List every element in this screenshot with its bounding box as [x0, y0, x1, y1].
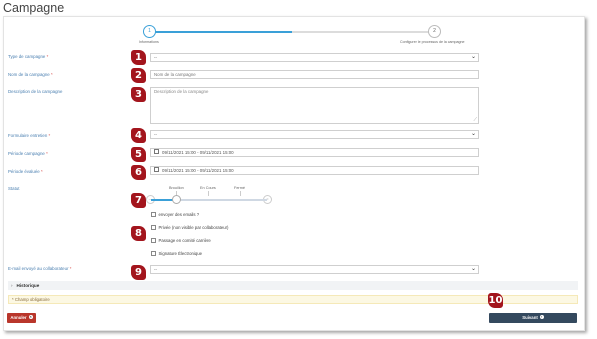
email-envoye-label: E-mail envoyé au collaborateur *	[8, 266, 72, 271]
calendar-icon	[154, 167, 159, 173]
marker-3: 3	[131, 87, 146, 102]
nom-campagne-label: Nom de la campagne *	[8, 72, 53, 77]
step-1-circle[interactable]: 1	[143, 25, 156, 38]
checkbox[interactable]	[151, 238, 156, 243]
status-level-en-cours: En Cours	[200, 186, 216, 190]
chevron-down-icon: ⌄	[470, 54, 476, 60]
slider-tick	[240, 191, 241, 196]
formulaire-entretien-label: Formulaire entretien *	[8, 133, 51, 138]
chevron-down-icon: ⌄	[470, 266, 476, 272]
page-title: Campagne	[3, 1, 65, 15]
option-comite-carriere[interactable]: Passage en comité carrière	[151, 238, 211, 243]
marker-9: 9	[131, 265, 146, 280]
step-2-label: Configurer le processus de la campagne	[400, 40, 465, 44]
cancel-button[interactable]: Annuler ×	[7, 313, 36, 323]
step-2-circle[interactable]: 2	[428, 25, 441, 38]
description-textarea[interactable]: Description de la campagne ⟋	[150, 87, 479, 124]
statut-label: Statut	[8, 186, 20, 191]
checkbox[interactable]	[151, 212, 156, 217]
arrow-right-icon: ›	[539, 315, 544, 320]
type-campagne-select[interactable]: -- ⌄	[150, 53, 479, 62]
option-signature-electronique[interactable]: Signature Électronique	[151, 251, 202, 256]
status-slider-handle[interactable]	[172, 195, 181, 204]
marker-5: 5	[131, 147, 146, 162]
marker-1: 1	[131, 50, 146, 65]
marker-2: 2	[131, 68, 146, 83]
next-button[interactable]: Suivant ›	[489, 313, 577, 323]
close-icon: ×	[28, 315, 33, 320]
marker-4: 4	[131, 128, 146, 143]
formulaire-entretien-select[interactable]: -- ⌄	[150, 130, 479, 139]
email-envoye-select[interactable]: -- ⌄	[150, 265, 479, 274]
chevron-down-icon: ⌄	[470, 131, 476, 137]
resize-handle-icon[interactable]: ⟋	[473, 118, 477, 123]
option-privee[interactable]: Privée (non visible par collaborateur)	[151, 225, 228, 230]
description-label: Description de la campagne	[8, 89, 63, 94]
marker-10: 10	[488, 293, 503, 308]
historique-toggle[interactable]: › Historique	[8, 281, 578, 290]
nom-campagne-input[interactable]: Nom de la campagne	[150, 70, 479, 79]
calendar-icon	[154, 149, 159, 155]
marker-7: 7	[131, 193, 146, 208]
stepper-progress	[148, 31, 292, 33]
type-campagne-label: Type de campagne *	[8, 54, 49, 59]
chevron-right-icon: ›	[11, 283, 13, 288]
marker-8: 8	[131, 226, 146, 241]
periode-evaluee-label: Période évaluée *	[8, 169, 43, 174]
checkbox[interactable]	[151, 251, 156, 256]
checkbox[interactable]	[151, 225, 156, 230]
periode-campagne-label: Période campagne *	[8, 151, 48, 156]
step-1-label: Informations	[139, 40, 159, 44]
option-envoyer-emails[interactable]: envoyer des emails ?	[151, 212, 199, 217]
periode-campagne-input[interactable]: 09/11/2021 15:00 - 09/11/2021 15:00	[150, 148, 479, 157]
status-level-ferme: Fermé	[234, 186, 245, 190]
marker-6: 6	[131, 165, 146, 180]
status-level-brouillon: Brouillon	[169, 186, 184, 190]
slider-tick	[208, 191, 209, 196]
periode-evaluee-input[interactable]: 09/11/2021 15:00 - 09/11/2021 15:00	[150, 166, 479, 175]
